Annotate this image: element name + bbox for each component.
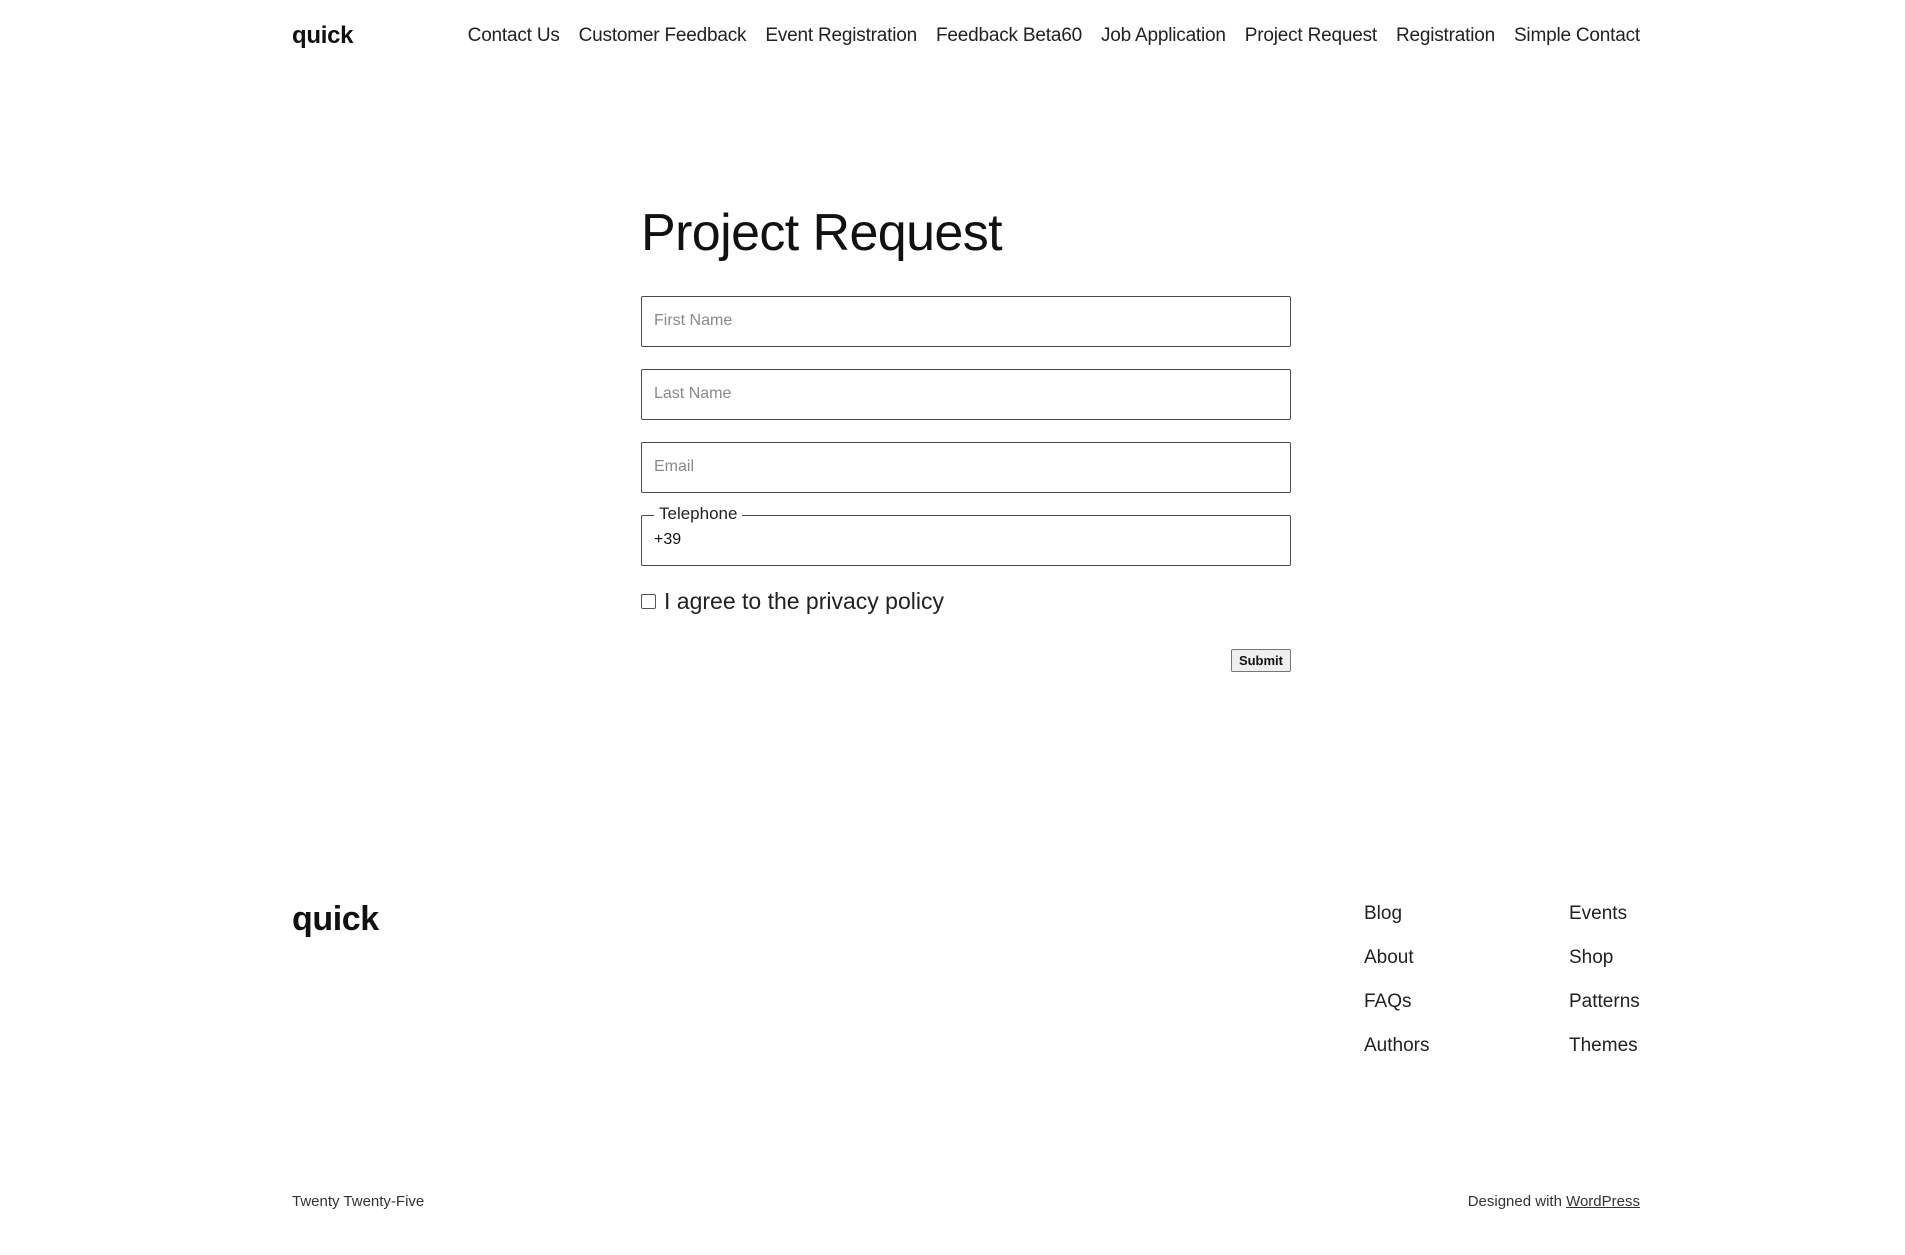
designed-with: Designed with WordPress (1468, 1193, 1640, 1210)
designed-with-label: Designed with (1467, 1193, 1562, 1210)
nav-item-contact-us[interactable]: Contact Us (468, 25, 560, 47)
footer-link-faqs[interactable]: FAQs (1364, 991, 1429, 1013)
footer-link-about[interactable]: About (1364, 947, 1429, 969)
footer-link-shop[interactable]: Shop (1569, 947, 1640, 969)
footer-link-blog[interactable]: Blog (1364, 903, 1429, 925)
nav-item-simple-contact[interactable]: Simple Contact (1514, 25, 1640, 47)
nav-item-registration[interactable]: Registration (1396, 25, 1495, 47)
theme-name: Twenty Twenty-Five (292, 1193, 425, 1210)
first-name-input[interactable] (642, 296, 1290, 346)
email-field (641, 441, 1291, 493)
wordpress-link[interactable]: WordPress (1566, 1193, 1640, 1210)
main-navigation: Contact Us Customer Feedback Event Regis… (468, 25, 1641, 47)
email-input[interactable] (642, 442, 1290, 492)
privacy-consent: I agree to the privacy policy (641, 588, 1291, 615)
last-name-input[interactable] (642, 369, 1290, 419)
site-title-link[interactable]: quick (292, 22, 353, 50)
telephone-field: Telephone (641, 503, 1291, 566)
nav-item-job-application[interactable]: Job Application (1101, 25, 1226, 47)
footer-link-themes[interactable]: Themes (1569, 1035, 1640, 1057)
privacy-consent-label: I agree to the privacy policy (664, 587, 944, 614)
submit-button[interactable]: Submit (1230, 648, 1291, 672)
nav-item-feedback-beta60[interactable]: Feedback Beta60 (936, 25, 1082, 47)
page-title: Project Request (641, 204, 1003, 262)
footer-link-authors[interactable]: Authors (1364, 1035, 1429, 1057)
first-name-field (641, 295, 1291, 347)
footer-bottom: Twenty Twenty-Five Designed with WordPre… (292, 1193, 1640, 1210)
footer-nav-column-1: Blog About FAQs Authors (1364, 903, 1429, 1057)
nav-item-project-request[interactable]: Project Request (1245, 25, 1377, 47)
telephone-label: Telephone (654, 503, 743, 524)
nav-item-customer-feedback[interactable]: Customer Feedback (579, 25, 747, 47)
submit-row: Submit (641, 648, 1291, 672)
site-header: quick Contact Us Customer Feedback Event… (292, 0, 1640, 72)
footer-link-events[interactable]: Events (1569, 903, 1640, 925)
footer-nav-column-2: Events Shop Patterns Themes (1569, 903, 1640, 1057)
privacy-checkbox[interactable] (641, 593, 656, 609)
last-name-field (641, 368, 1291, 420)
footer-link-patterns[interactable]: Patterns (1569, 991, 1640, 1013)
nav-item-event-registration[interactable]: Event Registration (765, 25, 917, 47)
main-content: Project Request Telephone I agree to the… (641, 204, 1291, 672)
footer-site-title-link[interactable]: quick (292, 900, 379, 939)
